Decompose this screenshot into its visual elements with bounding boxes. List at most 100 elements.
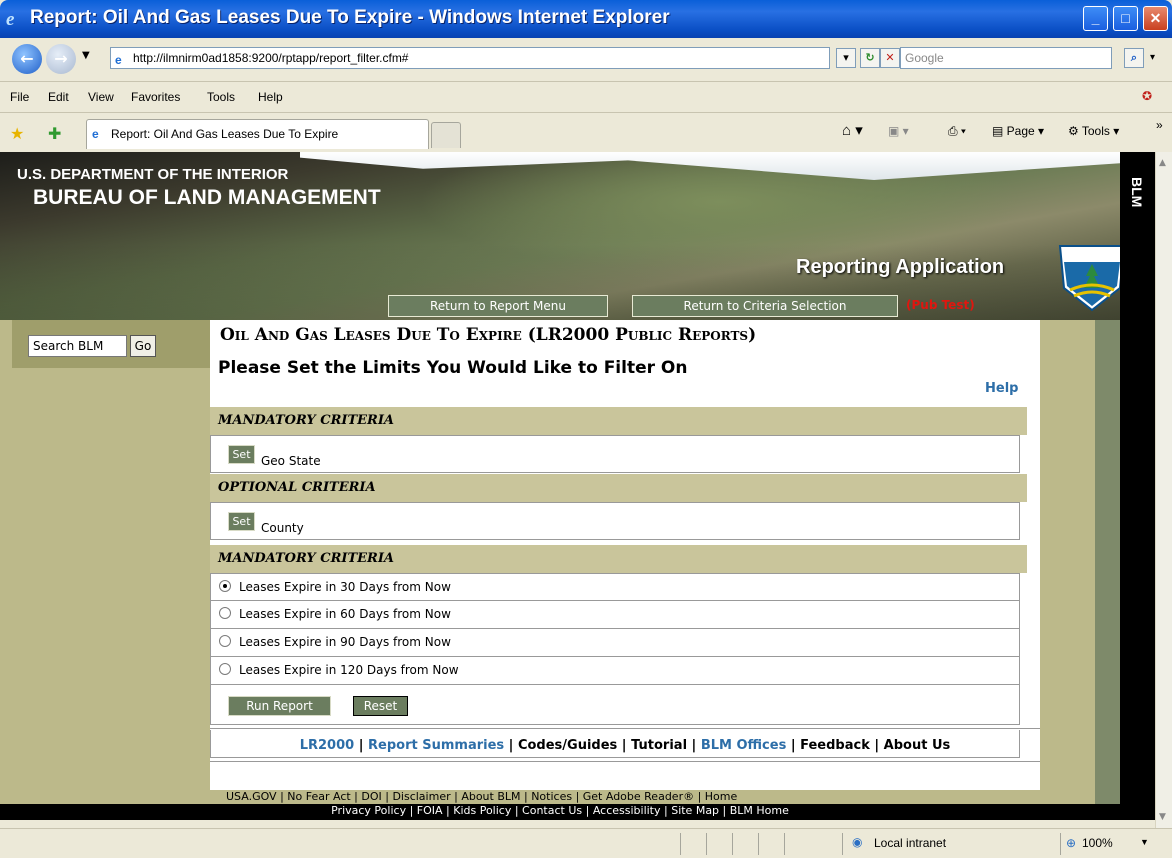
page-menu[interactable]: ▤ Page ▾ (992, 124, 1044, 138)
geo-state-label: Geo State (261, 454, 321, 468)
back-button[interactable]: ← (12, 44, 42, 74)
return-report-menu-button[interactable]: Return to Report Menu (388, 295, 608, 317)
search-icon[interactable]: ⌕ (1124, 48, 1144, 68)
pub-test-label: (Pub Test) (906, 298, 975, 312)
menu-edit[interactable]: Edit (48, 90, 69, 104)
help-link[interactable]: Help (985, 381, 1018, 396)
footer-line-2[interactable]: Privacy Policy | FOIA | Kids Policy | Co… (0, 804, 1120, 820)
new-tab-button[interactable] (431, 122, 461, 148)
page-icon: e (115, 53, 122, 67)
url-dropdown-icon[interactable]: ▾ (836, 48, 856, 68)
menu-favorites[interactable]: Favorites (131, 90, 180, 104)
history-dropdown-icon[interactable]: ▼ (82, 50, 90, 61)
zone-label: Local intranet (874, 836, 947, 850)
chevron-more-icon[interactable]: » (1156, 118, 1163, 132)
search-blm-input[interactable]: Search BLM (28, 335, 127, 357)
print-icon[interactable]: ⎙ ▾ (948, 124, 966, 139)
link-blm-offices[interactable]: BLM Offices (701, 738, 786, 753)
translate-icon[interactable]: ✪ (1142, 89, 1152, 103)
address-bar: ← → ▼ e http://ilmnirm0ad1858:9200/rptap… (0, 38, 1172, 82)
header-banner: U.S. DEPARTMENT OF THE INTERIOR BUREAU O… (0, 152, 1126, 320)
home-icon[interactable]: ⌂ ▾ (842, 121, 863, 139)
county-label: County (261, 521, 304, 535)
footer-links: LR2000 | Report Summaries | Codes/Guides… (210, 728, 1040, 762)
radio-row-30[interactable]: Leases Expire in 30 Days from Now (210, 573, 1020, 601)
stop-icon[interactable]: ✕ (880, 48, 900, 68)
window-title: Report: Oil And Gas Leases Due To Expire… (30, 7, 670, 28)
status-bar: ◉ Local intranet ⊕ 100% ▼ (0, 828, 1172, 858)
zoom-dropdown-icon[interactable]: ▼ (1140, 837, 1149, 847)
department-title: U.S. DEPARTMENT OF THE INTERIOR (17, 166, 289, 183)
feeds-icon[interactable]: ▣ ▾ (888, 124, 909, 138)
blm-logo-icon (1058, 245, 1126, 312)
report-subtitle: Please Set the Limits You Would Like to … (218, 358, 688, 378)
menu-bar: File Edit View Favorites Tools Help ✪ (0, 83, 1172, 113)
close-button[interactable]: ✕ (1143, 6, 1168, 31)
blm-side-strip: BLM (1120, 152, 1155, 828)
page-viewport: U.S. DEPARTMENT OF THE INTERIOR BUREAU O… (0, 152, 1155, 828)
mandatory-header-1: MANDATORY CRITERIA (210, 407, 1027, 435)
maximize-button[interactable]: □ (1113, 6, 1138, 31)
refresh-icon[interactable]: ↻ (860, 48, 880, 68)
intranet-globe-icon: ◉ (852, 835, 863, 849)
scroll-down-icon[interactable]: ▼ (1159, 812, 1166, 822)
link-report-summaries[interactable]: Report Summaries (368, 738, 504, 753)
option-label-60: Leases Expire in 60 Days from Now (239, 607, 451, 621)
return-criteria-button[interactable]: Return to Criteria Selection (632, 295, 898, 317)
ie-icon: e (6, 9, 15, 30)
set-geo-state-button[interactable]: Set (228, 445, 255, 464)
footer-line-1[interactable]: USA.GOV | No Fear Act | DOI | Disclaimer… (210, 790, 1090, 804)
title-bar: e Report: Oil And Gas Leases Due To Expi… (0, 0, 1172, 38)
mandatory-header-2: MANDATORY CRITERIA (210, 545, 1027, 573)
favorites-star-icon[interactable]: ★ (10, 124, 24, 143)
browser-window: e Report: Oil And Gas Leases Due To Expi… (0, 0, 1172, 858)
search-options-icon[interactable]: ▾ (1150, 52, 1155, 63)
radio-90-days[interactable] (219, 635, 231, 647)
report-title: Oil And Gas Leases Due To Expire (LR2000… (220, 325, 757, 345)
radio-row-60[interactable]: Leases Expire in 60 Days from Now (210, 601, 1020, 629)
menu-tools[interactable]: Tools (207, 90, 235, 104)
link-about-us[interactable]: About Us (884, 738, 951, 753)
county-row: Set County (210, 502, 1020, 540)
tab-bar: ★ ✚ e Report: Oil And Gas Leases Due To … (0, 114, 1172, 152)
radio-60-days[interactable] (219, 607, 231, 619)
url-input[interactable]: e http://ilmnirm0ad1858:9200/rptapp/repo… (110, 47, 830, 69)
radio-row-90[interactable]: Leases Expire in 90 Days from Now (210, 629, 1020, 657)
zoom-icon[interactable]: ⊕ (1066, 836, 1076, 850)
option-label-30: Leases Expire in 30 Days from Now (239, 580, 451, 594)
option-label-120: Leases Expire in 120 Days from Now (239, 663, 459, 677)
link-lr2000[interactable]: LR2000 (300, 738, 354, 753)
set-county-button[interactable]: Set (228, 512, 255, 531)
app-title: Reporting Application (796, 256, 1005, 278)
menu-file[interactable]: File (10, 90, 29, 104)
report-content: Oil And Gas Leases Due To Expire (LR2000… (210, 320, 1040, 806)
menu-help[interactable]: Help (258, 90, 283, 104)
tab-active[interactable]: e Report: Oil And Gas Leases Due To Expi… (86, 119, 429, 149)
bureau-title: BUREAU OF LAND MANAGEMENT (33, 186, 381, 209)
tab-page-icon: e (92, 127, 99, 141)
add-favorites-icon[interactable]: ✚ (48, 124, 61, 143)
go-button[interactable]: Go (130, 335, 156, 357)
scroll-up-icon[interactable]: ▲ (1159, 158, 1166, 168)
link-feedback[interactable]: Feedback (800, 738, 870, 753)
run-report-button[interactable]: Run Report (228, 696, 331, 716)
radio-row-120[interactable]: Leases Expire in 120 Days from Now (210, 657, 1020, 685)
menu-view[interactable]: View (88, 90, 114, 104)
tools-menu[interactable]: ⚙ Tools ▾ (1068, 124, 1119, 138)
zoom-level[interactable]: 100% (1082, 836, 1113, 850)
search-input[interactable]: Google (900, 47, 1112, 69)
optional-header: OPTIONAL CRITERIA (210, 474, 1027, 502)
right-decor-bar (1095, 320, 1120, 810)
option-label-90: Leases Expire in 90 Days from Now (239, 635, 451, 649)
geo-state-row: Set Geo State (210, 435, 1020, 473)
link-codes-guides[interactable]: Codes/Guides (518, 738, 617, 753)
minimize-button[interactable]: _ (1083, 6, 1108, 31)
action-row: Run Report Reset (210, 685, 1020, 725)
radio-120-days[interactable] (219, 663, 231, 675)
link-tutorial[interactable]: Tutorial (631, 738, 687, 753)
left-sidebar (0, 320, 210, 810)
radio-30-days[interactable] (219, 580, 231, 592)
vertical-scrollbar[interactable]: ▲ ▼ (1155, 152, 1172, 828)
forward-button[interactable]: → (46, 44, 76, 74)
reset-button[interactable]: Reset (353, 696, 408, 716)
